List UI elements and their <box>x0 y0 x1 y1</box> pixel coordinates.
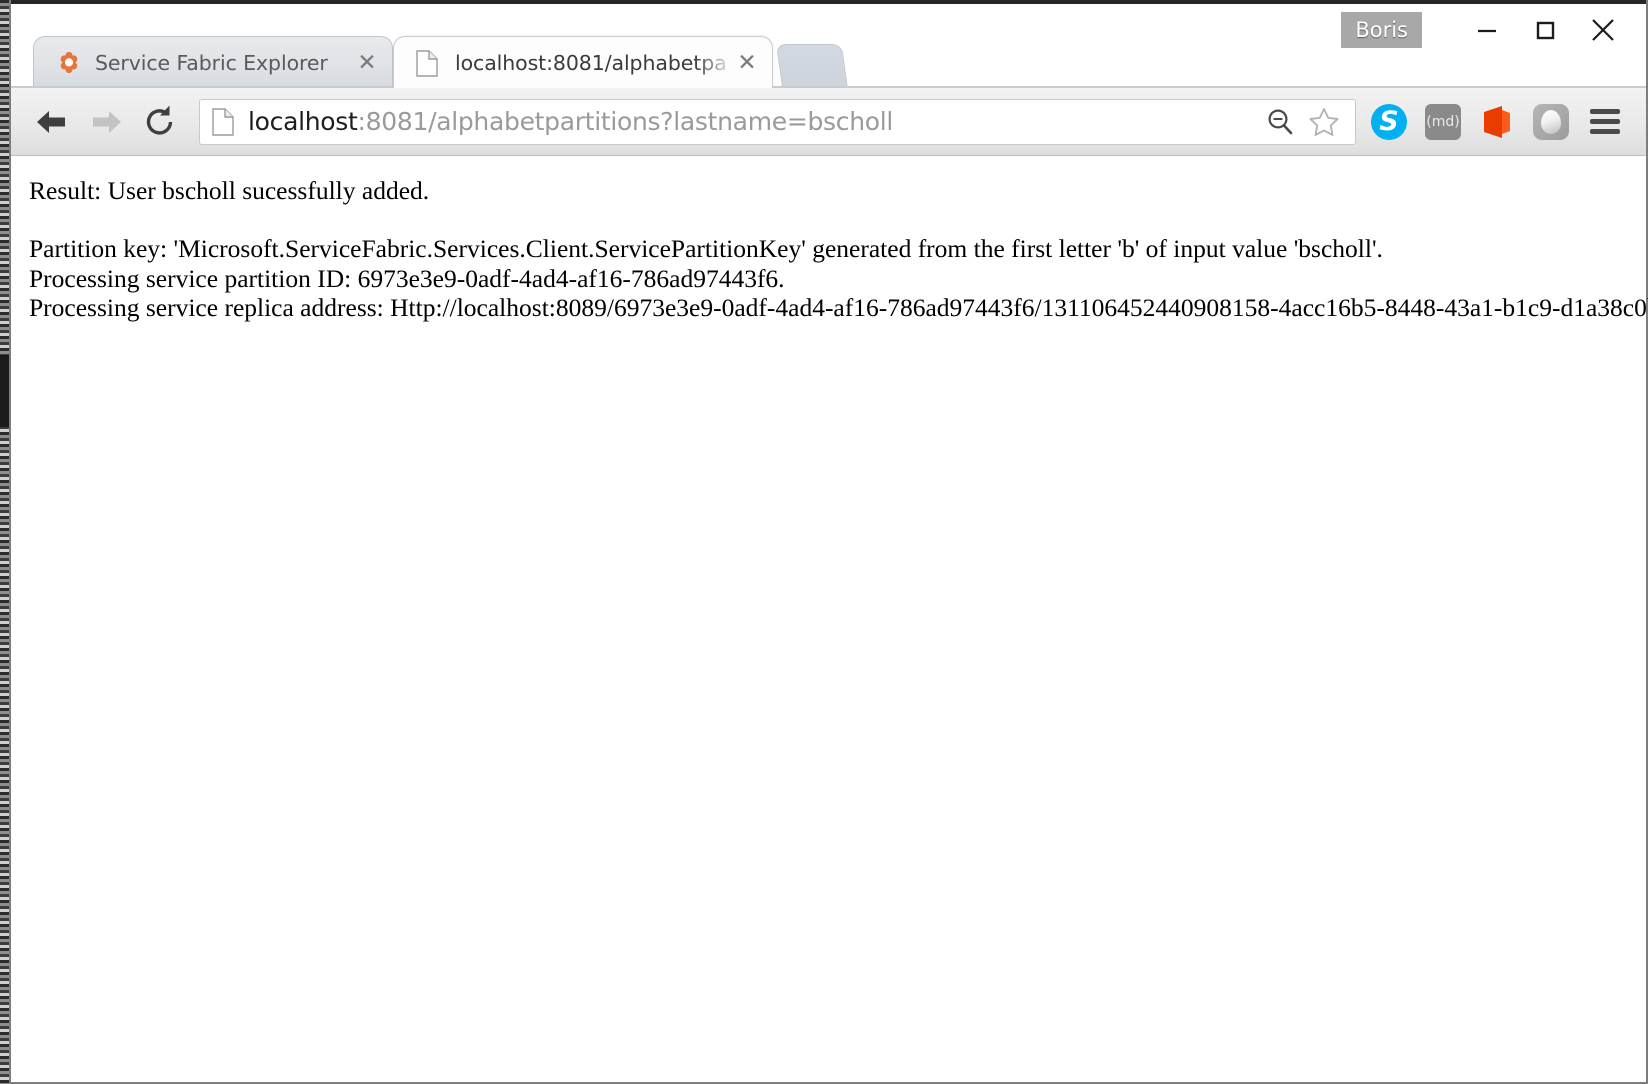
browser-screenshot: Service Fabric Explorer ✕ localhost:8081… <box>0 0 1648 1084</box>
mirror-extension-button[interactable] <box>1524 95 1578 149</box>
skype-icon: S <box>1371 103 1407 140</box>
partition-id-line: Processing service partition ID: 6973e3e… <box>29 263 785 293</box>
result-line: Result: User bscholl sucessfully added. <box>29 176 430 205</box>
maximize-button[interactable] <box>1516 6 1574 54</box>
office-extension-button[interactable] <box>1470 95 1524 149</box>
tab-service-fabric-explorer[interactable]: Service Fabric Explorer ✕ <box>33 36 393 88</box>
background-window-strip-solid <box>0 355 9 427</box>
address-bar-url: localhost:8081/alphabetpartitions?lastna… <box>248 107 1257 136</box>
zoom-out-magnifier-icon[interactable] <box>1259 101 1301 143</box>
address-bar-path: :8081/alphabetpartitions?lastname=bschol… <box>357 107 894 136</box>
forward-button[interactable] <box>79 95 133 149</box>
tab-localhost-alphabetpartitions[interactable]: localhost:8081/alphabetpa ✕ <box>393 36 773 88</box>
bookmark-star-icon[interactable] <box>1303 101 1345 143</box>
address-bar-host: localhost <box>248 107 358 136</box>
mirror-icon <box>1533 103 1569 140</box>
hamburger-icon <box>1590 104 1620 139</box>
chrome-browser-window: Service Fabric Explorer ✕ localhost:8081… <box>9 0 1648 1084</box>
tab-title: localhost:8081/alphabetpa <box>455 50 727 75</box>
minimize-button[interactable] <box>1458 6 1516 54</box>
tab-close-icon[interactable]: ✕ <box>734 50 760 76</box>
partition-key-line: Partition key: 'Microsoft.ServiceFabric.… <box>29 233 1383 263</box>
skype-extension-button[interactable]: S <box>1362 95 1416 149</box>
service-fabric-icon <box>56 50 82 76</box>
page-document-icon <box>416 49 442 77</box>
address-bar[interactable]: localhost:8081/alphabetpartitions?lastna… <box>199 98 1356 145</box>
chrome-menu-button[interactable] <box>1578 95 1632 149</box>
reload-button[interactable] <box>133 95 187 149</box>
tab-strip-baseline <box>11 86 1646 88</box>
tab-title: Service Fabric Explorer <box>95 50 328 75</box>
office-icon <box>1480 104 1514 140</box>
browser-toolbar: localhost:8081/alphabetpartitions?lastna… <box>11 88 1646 156</box>
window-controls: Boris <box>1341 0 1646 60</box>
new-tab-button[interactable] <box>775 44 849 89</box>
markdown-extension-button[interactable]: (md) <box>1416 95 1470 149</box>
close-window-button[interactable] <box>1574 6 1632 54</box>
background-window-strip <box>0 0 9 1084</box>
tab-close-icon[interactable]: ✕ <box>354 50 380 76</box>
page-document-icon <box>212 107 234 136</box>
replica-address-line: Processing service replica address: Http… <box>29 293 1648 323</box>
profile-name-chip[interactable]: Boris <box>1341 12 1422 48</box>
page-content: Result: User bscholl sucessfully added. … <box>11 156 1648 1082</box>
back-button[interactable] <box>25 95 79 149</box>
markdown-icon: (md) <box>1425 103 1461 140</box>
tab-strip: Service Fabric Explorer ✕ localhost:8081… <box>11 0 1646 89</box>
